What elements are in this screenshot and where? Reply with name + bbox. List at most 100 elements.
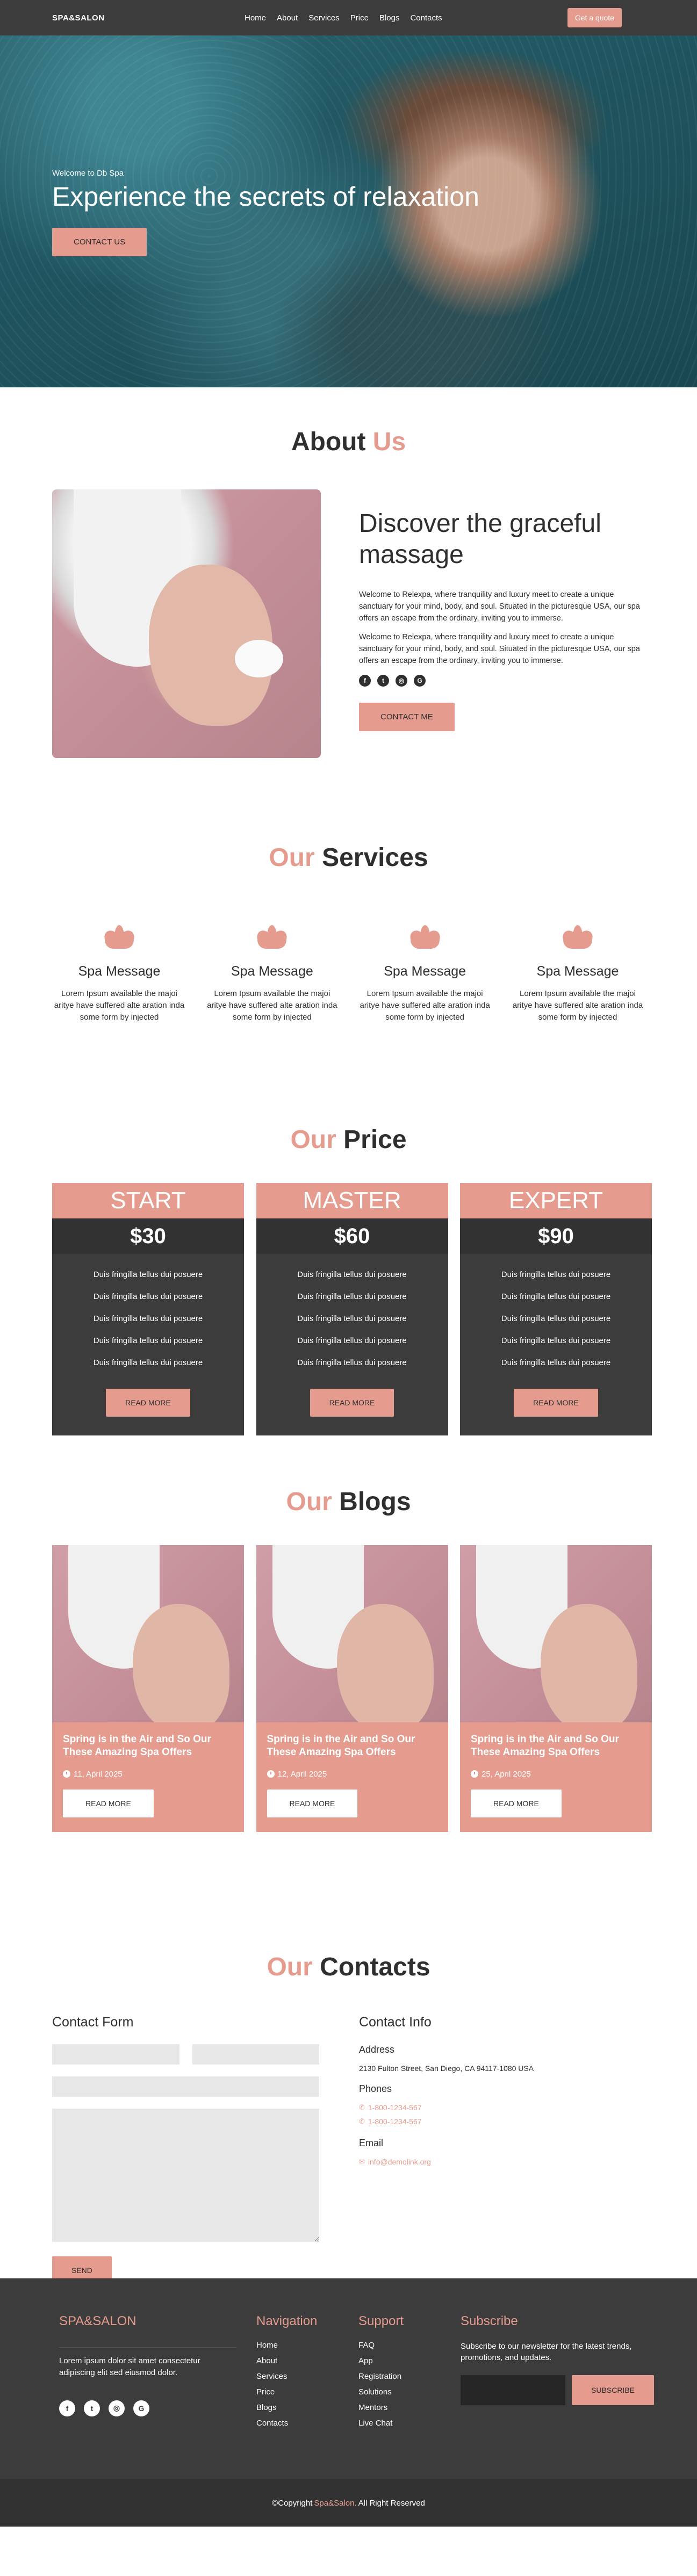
blog-date-text: 12, April 2025 <box>277 1769 327 1779</box>
read-more-button[interactable]: READ MORE <box>310 1389 394 1417</box>
blog-read-more-button[interactable]: READ MORE <box>63 1789 154 1817</box>
about-socials: f t ◎ G <box>359 674 649 687</box>
footer-nav-item[interactable]: About <box>256 2356 317 2365</box>
plan-feature: Duis fringilla tellus dui posuere <box>93 1358 203 1367</box>
plan-feature: Duis fringilla tellus dui posuere <box>501 1270 611 1279</box>
blog-title[interactable]: Spring is in the Air and So Our These Am… <box>267 1733 437 1759</box>
facebook-icon[interactable]: f <box>59 2400 75 2416</box>
blog-read-more-button[interactable]: READ MORE <box>267 1789 358 1817</box>
hero-welcome-text: Welcome to Db Spa <box>52 169 124 178</box>
nav-link-price[interactable]: Price <box>350 13 369 23</box>
services-title-accent: Our <box>269 843 315 872</box>
plan-amount: $90 <box>460 1218 652 1254</box>
hero-contact-button[interactable]: CONTACT US <box>52 228 147 256</box>
google-plus-icon[interactable]: G <box>414 674 426 687</box>
plan-feature: Duis fringilla tellus dui posuere <box>501 1292 611 1301</box>
plan-amount: $60 <box>256 1218 448 1254</box>
footer-support-item[interactable]: Solutions <box>358 2387 404 2397</box>
message-field[interactable] <box>52 2109 319 2242</box>
footer-nav-item[interactable]: Contacts <box>256 2419 317 2428</box>
service-title: Spa Message <box>384 964 466 979</box>
blog-image[interactable] <box>256 1545 448 1722</box>
service-card: Spa Message Lorem Ipsum available the ma… <box>52 924 186 1023</box>
about-heading: Discover the graceful massage <box>359 509 601 569</box>
blogs-title-accent: Our <box>286 1488 332 1516</box>
google-plus-icon[interactable]: G <box>133 2400 149 2416</box>
blog-title[interactable]: Spring is in the Air and So Our These Am… <box>471 1733 641 1759</box>
read-more-button[interactable]: READ MORE <box>514 1389 598 1417</box>
footer-support-item[interactable]: Registration <box>358 2372 404 2381</box>
plan-amount: $30 <box>52 1218 244 1254</box>
copyright-brand[interactable]: Spa&Salon. <box>314 2499 356 2508</box>
copyright-suffix: All Right Reserved <box>358 2498 425 2508</box>
footer-nav-item[interactable]: Home <box>256 2341 317 2350</box>
footer-support-item[interactable]: App <box>358 2356 404 2365</box>
nav-link-blogs[interactable]: Blogs <box>379 13 400 23</box>
phone-link[interactable]: ✆ 1-800-1234-567 <box>359 2103 644 2112</box>
nav-link-contacts[interactable]: Contacts <box>410 13 442 23</box>
read-more-button[interactable]: READ MORE <box>106 1389 190 1417</box>
plan-feature: Duis fringilla tellus dui posuere <box>93 1336 203 1345</box>
blog-date-text: 11, April 2025 <box>74 1769 123 1779</box>
service-description: Lorem Ipsum available the majoi aritye h… <box>512 989 643 1022</box>
plan-feature: Duis fringilla tellus dui posuere <box>93 1270 203 1279</box>
service-card: Spa Message Lorem Ipsum available the ma… <box>205 924 339 1023</box>
phone-text[interactable]: 1-800-1234-567 <box>368 2103 422 2112</box>
price-section: Our Price START $30 Duis fringilla tellu… <box>0 1035 697 1439</box>
email-text[interactable]: info@demolink.org <box>368 2158 431 2166</box>
about-paragraph: Welcome to Relexpa, where tranquility an… <box>359 633 640 665</box>
services-section: Our Services Spa Message Lorem Ipsum ava… <box>0 752 697 1035</box>
nav-link-about[interactable]: About <box>277 13 298 23</box>
footer-nav-item[interactable]: Services <box>256 2372 317 2381</box>
footer-brand-column: SPA&SALON Lorem ipsum dolor sit amet con… <box>59 2314 236 2416</box>
price-grid: START $30 Duis fringilla tellus dui posu… <box>52 1183 652 1435</box>
footer-nav-list: Home About Services Price Blogs Contacts <box>256 2341 317 2428</box>
footer-support-item[interactable]: Live Chat <box>358 2419 404 2428</box>
plan-feature: Duis fringilla tellus dui posuere <box>297 1270 407 1279</box>
twitter-icon[interactable]: t <box>377 674 389 687</box>
facebook-icon[interactable]: f <box>359 674 371 687</box>
service-description: Lorem Ipsum available the majoi aritye h… <box>207 989 337 1022</box>
footer-nav-title: Navigation <box>256 2314 318 2328</box>
phone-link[interactable]: ✆ 1-800-1234-567 <box>359 2117 644 2126</box>
subscribe-button[interactable]: SUBSCRIBE <box>572 2375 654 2405</box>
blog-image[interactable] <box>52 1545 244 1722</box>
about-title: About Us <box>0 427 697 457</box>
blog-read-more-button[interactable]: READ MORE <box>471 1789 562 1817</box>
footer-nav-item[interactable]: Blogs <box>256 2403 317 2412</box>
instagram-icon[interactable]: ◎ <box>396 674 407 687</box>
last-name-field[interactable] <box>192 2044 319 2065</box>
instagram-icon[interactable]: ◎ <box>109 2400 125 2416</box>
footer-support-item[interactable]: Mentors <box>358 2403 404 2412</box>
phone-text[interactable]: 1-800-1234-567 <box>368 2117 422 2126</box>
price-title-accent: Our <box>290 1125 336 1154</box>
service-description: Lorem Ipsum available the majoi aritye h… <box>54 989 185 1022</box>
about-contact-button[interactable]: CONTACT ME <box>359 702 455 731</box>
footer-support: Support FAQ App Registration Solutions M… <box>358 2314 404 2434</box>
footer-support-item[interactable]: FAQ <box>358 2341 404 2350</box>
blog-title[interactable]: Spring is in the Air and So Our These Am… <box>63 1733 233 1759</box>
email-field[interactable] <box>52 2076 319 2097</box>
email-link[interactable]: ✉ info@demolink.org <box>359 2158 644 2166</box>
nav-link-services[interactable]: Services <box>308 13 340 23</box>
first-name-field[interactable] <box>52 2044 179 2065</box>
price-card-start: START $30 Duis fringilla tellus dui posu… <box>52 1183 244 1435</box>
get-quote-button[interactable]: Get a quote <box>567 8 622 27</box>
brand-logo[interactable]: SPA&SALON <box>52 13 105 23</box>
plan-name: MASTER <box>256 1183 448 1218</box>
plan-name: START <box>52 1183 244 1218</box>
subscribe-email-input[interactable] <box>461 2375 566 2405</box>
about-text: Discover the graceful massage Welcome to… <box>359 508 649 731</box>
service-card: Spa Message Lorem Ipsum available the ma… <box>358 924 492 1023</box>
twitter-icon[interactable]: t <box>84 2400 100 2416</box>
plan-feature: Duis fringilla tellus dui posuere <box>501 1358 611 1367</box>
service-title: Spa Message <box>536 964 619 979</box>
blog-date-text: 25, April 2025 <box>482 1769 531 1779</box>
mail-icon: ✉ <box>359 2158 365 2166</box>
nav-link-home[interactable]: Home <box>245 13 266 23</box>
footer-navigation: Navigation Home About Services Price Blo… <box>256 2314 317 2434</box>
blog-image[interactable] <box>460 1545 652 1722</box>
footer-brand[interactable]: SPA&SALON <box>59 2314 236 2329</box>
footer-nav-item[interactable]: Price <box>256 2387 317 2397</box>
footer: SPA&SALON Lorem ipsum dolor sit amet con… <box>0 2278 697 2479</box>
